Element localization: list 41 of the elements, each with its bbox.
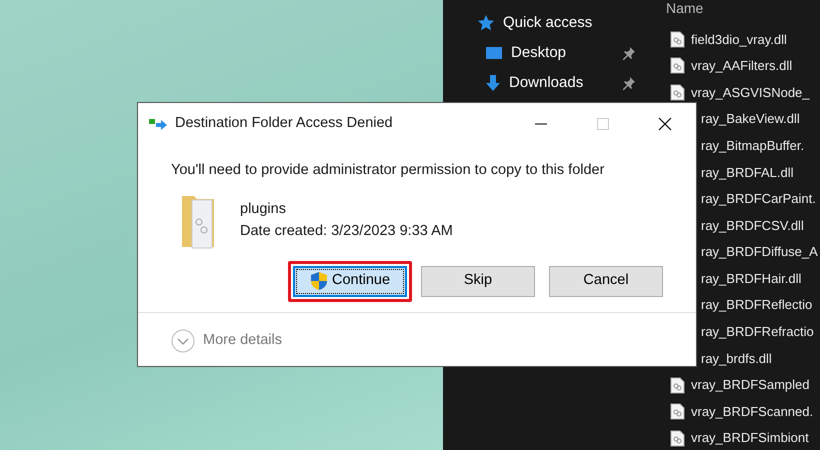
file-name[interactable]: vray_ASGVISNode_ xyxy=(691,82,810,102)
folder-name: plugins xyxy=(240,200,287,219)
date-created: Date created: 3/23/2023 9:33 AM xyxy=(240,222,453,241)
file-name[interactable]: vray_BRDFScanned. xyxy=(691,402,814,422)
file-name[interactable]: vray_AAFilters.dll xyxy=(691,56,792,76)
dll-file-icon xyxy=(670,30,685,48)
chevron-circle-icon xyxy=(171,328,195,353)
nav-item[interactable]: Downloads xyxy=(443,68,650,98)
file-name[interactable]: field3dio_vray.dll xyxy=(691,30,787,50)
file-name[interactable]: ray_BRDFCarPaint. xyxy=(701,189,816,209)
file-name[interactable]: vray_BRDFSampled xyxy=(691,375,810,395)
dll-file-icon xyxy=(670,430,685,447)
file-name[interactable]: ray_BitmapBuffer. xyxy=(701,136,804,156)
dll-file-icon xyxy=(670,403,685,420)
close-icon xyxy=(658,117,672,131)
monitor-icon xyxy=(485,46,503,60)
dialog-button[interactable]: Continue xyxy=(293,266,407,297)
file-name[interactable]: vray_BRDFSimbiont xyxy=(691,428,809,448)
file-name[interactable]: ray_BRDFAL.dll xyxy=(701,162,794,182)
dialog-button[interactable]: Skip xyxy=(421,266,535,297)
column-header[interactable]: Name xyxy=(666,0,704,16)
dialog-button[interactable]: Cancel xyxy=(549,266,663,297)
shield-icon xyxy=(310,271,328,292)
window-title: Destination Folder Access Denied xyxy=(175,114,394,134)
maximize-icon xyxy=(597,118,609,130)
down-arrow-icon xyxy=(485,74,501,92)
dll-file-icon xyxy=(670,376,685,394)
file-name[interactable]: ray_BakeView.dll xyxy=(701,109,800,129)
file-name[interactable]: ray_BRDFHair.dll xyxy=(701,268,802,288)
file-name[interactable]: ray_BRDFReflectio xyxy=(701,295,812,315)
file-name[interactable]: ray_brdfs.dll xyxy=(701,348,772,368)
dialog-message: You'll need to provide administrator permission to copy to this folder xyxy=(170,161,606,180)
file-name[interactable]: ray_BRDFRefractio xyxy=(701,322,814,342)
nav-item[interactable]: Desktop xyxy=(443,38,650,68)
star-icon xyxy=(477,14,495,32)
file-name[interactable]: ray_BRDFDiffuse_A xyxy=(701,242,818,262)
more-details-toggle[interactable]: More details xyxy=(171,328,282,353)
file-name[interactable]: ray_BRDFCSV.dll xyxy=(701,216,804,236)
nav-item[interactable]: Quick access xyxy=(443,8,650,38)
copy-arrow-icon xyxy=(148,117,168,131)
dll-file-icon xyxy=(670,57,685,74)
